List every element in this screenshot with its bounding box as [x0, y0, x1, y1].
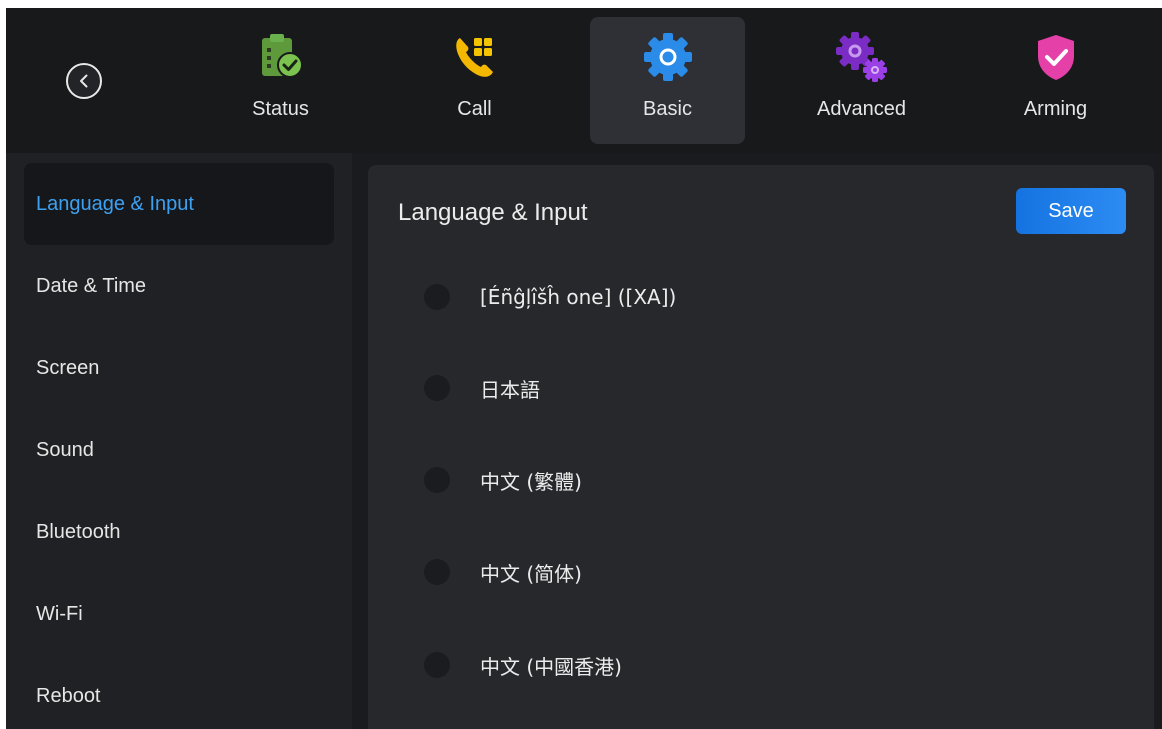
gear-icon: [640, 29, 696, 85]
tab-basic[interactable]: Basic: [590, 17, 745, 144]
sidebar-item-bluetooth[interactable]: Bluetooth: [24, 491, 334, 573]
sidebar-item-label: Reboot: [36, 684, 101, 707]
sidebar-item-label: Screen: [36, 356, 100, 379]
tab-label: Basic: [643, 98, 692, 120]
tab-call[interactable]: Call: [397, 17, 552, 144]
sidebar-item-label: Wi-Fi: [36, 602, 83, 625]
radio-button[interactable]: [424, 559, 450, 585]
sidebar-item-date-time[interactable]: Date & Time: [24, 245, 334, 327]
radio-button[interactable]: [424, 284, 450, 310]
sidebar-item-label: Bluetooth: [36, 520, 121, 543]
chevron-left-icon: [80, 74, 88, 88]
radio-button[interactable]: [424, 375, 450, 401]
sidebar-item-label: Language & Input: [36, 192, 194, 215]
language-option[interactable]: 日本語: [424, 358, 1074, 418]
radio-button[interactable]: [424, 467, 450, 493]
gears-icon: [834, 29, 890, 85]
language-label: 日本語: [480, 377, 540, 402]
clipboard-check-icon: [253, 29, 309, 85]
language-option[interactable]: [Éñĝļîšĥ one] ([XA]): [424, 267, 1074, 327]
sidebar-item-label: Date & Time: [36, 274, 147, 297]
tab-status[interactable]: Status: [203, 17, 358, 144]
app-window: Status Call Basic Advanced Arming Langua…: [6, 8, 1162, 729]
page-title: Language & Input: [398, 199, 588, 226]
sidebar-item-screen[interactable]: Screen: [24, 327, 334, 409]
back-button[interactable]: [66, 63, 102, 99]
language-label: [Éñĝļîšĥ one] ([XA]): [480, 285, 677, 309]
phone-keypad-icon: [447, 29, 503, 85]
language-option[interactable]: 中文 (简体): [424, 542, 1074, 602]
language-label: 中文 (简体): [480, 561, 582, 586]
language-option[interactable]: 中文 (中國香港): [424, 635, 1074, 695]
tab-label: Status: [252, 98, 309, 120]
tab-label: Advanced: [817, 98, 906, 120]
settings-sidebar: Language & Input Date & Time Screen Soun…: [6, 153, 352, 729]
top-navigation-bar: Status Call Basic Advanced Arming: [6, 8, 1162, 153]
language-label: 中文 (繁體): [480, 469, 582, 494]
shield-check-icon: [1028, 29, 1084, 85]
language-option[interactable]: 中文 (繁體): [424, 450, 1074, 510]
tab-advanced[interactable]: Advanced: [784, 17, 939, 144]
tab-label: Arming: [1023, 98, 1088, 120]
language-label: 中文 (中國香港): [480, 654, 622, 679]
save-button[interactable]: Save: [1016, 188, 1126, 234]
sidebar-item-reboot[interactable]: Reboot: [24, 655, 334, 729]
sidebar-item-wifi[interactable]: Wi-Fi: [24, 573, 334, 655]
sidebar-item-sound[interactable]: Sound: [24, 409, 334, 491]
sidebar-item-label: Sound: [36, 438, 94, 461]
tab-arming[interactable]: Arming: [978, 17, 1133, 144]
language-input-panel: Language & Input Save [Éñĝļîšĥ one] ([XA…: [368, 165, 1154, 729]
tab-label: Call: [457, 98, 492, 120]
radio-button[interactable]: [424, 652, 450, 678]
sidebar-item-language-input[interactable]: Language & Input: [24, 163, 334, 245]
